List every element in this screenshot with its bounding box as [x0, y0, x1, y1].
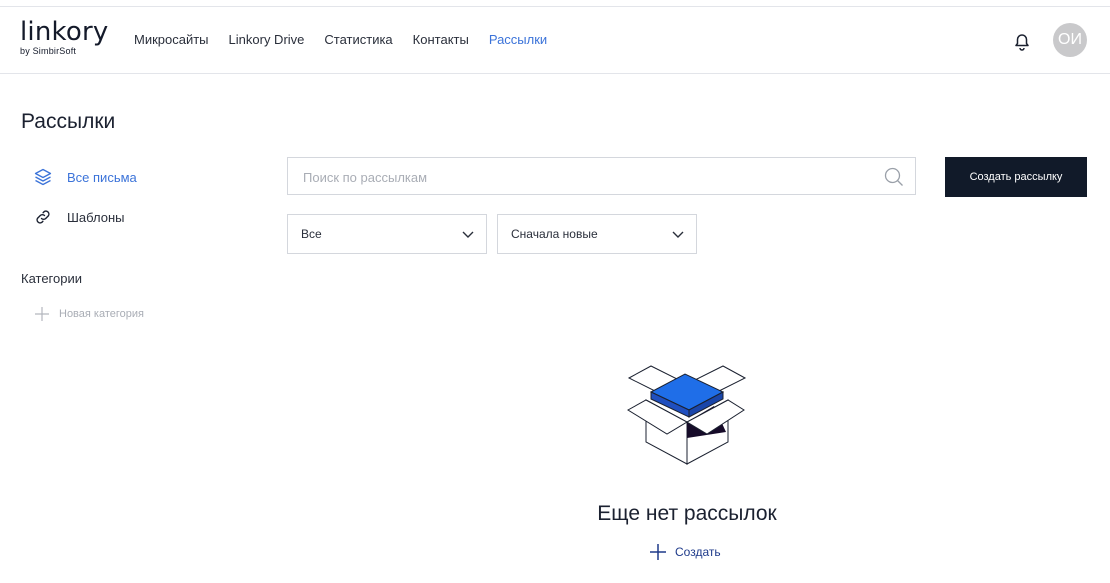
main-nav: Микросайты Linkory Drive Статистика Конт…	[134, 32, 567, 47]
sort-select-value: Сначала новые	[511, 227, 598, 241]
search-box	[287, 157, 916, 196]
nav-item-microsites[interactable]: Микросайты	[134, 32, 209, 47]
new-category-label: Новая категория	[59, 308, 144, 320]
create-link-label: Создать	[675, 545, 721, 559]
empty-state-title: Еще нет рассылок	[597, 502, 777, 525]
create-mailing-button[interactable]: Создать рассылку	[945, 157, 1087, 197]
new-category-button[interactable]: Новая категория	[35, 307, 144, 321]
logo-subtitle: by SimbirSoft	[20, 46, 77, 56]
avatar[interactable]: ОИ	[1053, 23, 1087, 57]
chevron-down-icon	[462, 231, 474, 238]
nav-item-contacts[interactable]: Контакты	[413, 32, 469, 47]
nav-item-mailings[interactable]: Рассылки	[489, 32, 547, 47]
plus-icon	[35, 307, 49, 321]
logo-text: linkory	[20, 17, 109, 47]
plus-icon	[650, 544, 666, 560]
search-icon[interactable]	[884, 167, 904, 187]
empty-box-illustration	[627, 365, 747, 465]
sidebar-item-templates[interactable]: Шаблоны	[34, 208, 125, 226]
sidebar-item-label: Все письма	[67, 169, 137, 185]
layers-icon	[34, 168, 52, 186]
create-link-button[interactable]: Создать	[650, 544, 721, 560]
filter-select[interactable]: Все	[287, 214, 487, 254]
link-icon	[36, 210, 50, 224]
app-header: linkory by SimbirSoft Микросайты Linkory…	[0, 7, 1110, 74]
filter-select-value: Все	[301, 227, 322, 241]
page-title: Рассылки	[21, 110, 116, 133]
sidebar-item-label: Шаблоны	[67, 209, 125, 225]
sidebar-item-all-letters[interactable]: Все письма	[34, 168, 137, 186]
nav-item-linkory-drive[interactable]: Linkory Drive	[229, 32, 305, 47]
nav-item-statistics[interactable]: Статистика	[324, 32, 392, 47]
categories-heading: Категории	[21, 271, 82, 286]
search-input[interactable]	[301, 158, 875, 196]
bell-icon[interactable]	[1011, 30, 1033, 52]
sort-select[interactable]: Сначала новые	[497, 214, 697, 254]
linkory-logo[interactable]: linkory by SimbirSoft	[20, 19, 108, 56]
chevron-down-icon	[672, 231, 684, 238]
